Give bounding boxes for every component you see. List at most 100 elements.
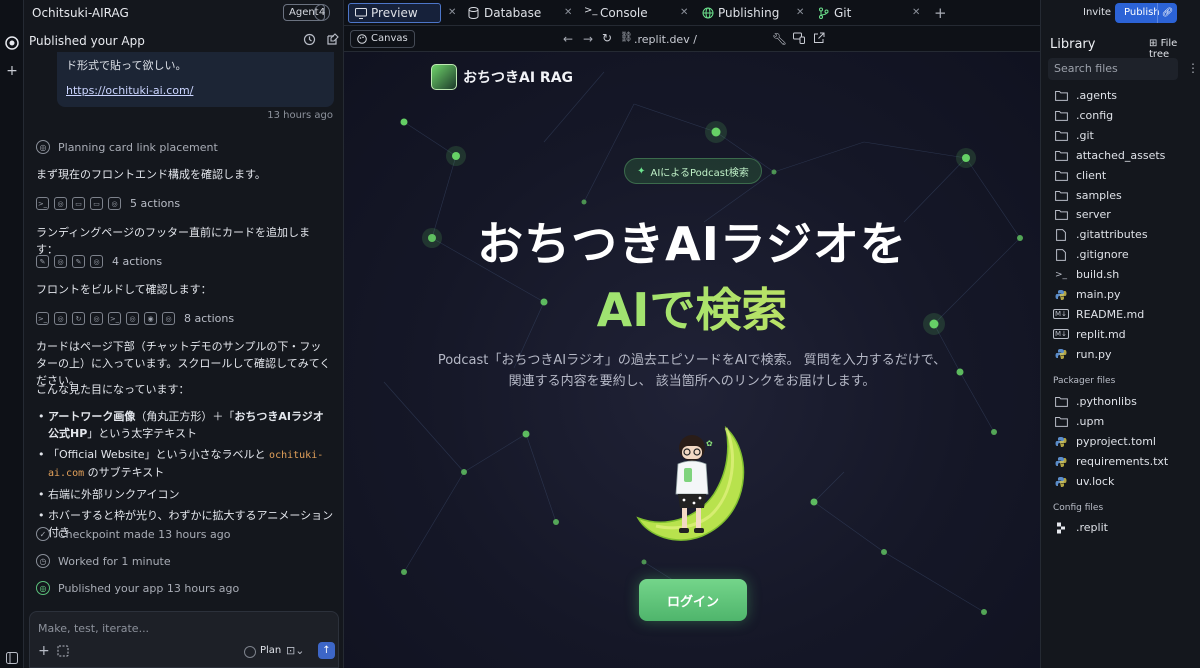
file-item[interactable]: server xyxy=(1054,208,1111,221)
refresh-icon: ↻ xyxy=(72,312,85,325)
right-header: Invite Publish 🔗︎ xyxy=(1041,0,1200,26)
workspace-tabs: Preview ✕ Database ✕ >_ Console ✕ Publis… xyxy=(344,0,1067,26)
chat-composer[interactable]: Make, test, iterate... + Plan ⊡⌄ ↑ xyxy=(29,611,339,668)
actions-row-3[interactable]: >_ ◎ ↻ ◎ >_ ◎ ◉ ◎ 8 actions xyxy=(36,312,234,325)
chat-header: Ochitsuki-AIRAG Agent 4 xyxy=(24,0,344,25)
file-item[interactable]: attached_assets xyxy=(1054,149,1165,162)
plan-toggle[interactable] xyxy=(244,646,256,658)
actions-row-2[interactable]: ✎ ◎ ✎ ◎ 4 actions xyxy=(36,255,162,268)
add-tab-icon[interactable]: + xyxy=(934,4,947,22)
file-item[interactable]: samples xyxy=(1054,189,1122,202)
capture-icon[interactable]: ⊡⌄ xyxy=(286,644,304,657)
select-element-icon[interactable] xyxy=(57,645,69,657)
invite-button[interactable]: Invite xyxy=(1083,7,1111,18)
wrench-icon[interactable]: 🔧︎ xyxy=(772,32,787,46)
attach-plus-icon[interactable]: + xyxy=(38,643,50,659)
file-item[interactable]: .git xyxy=(1054,129,1094,142)
external-link-icon[interactable] xyxy=(813,32,825,44)
published-row[interactable]: ◎ Published your app 13 hours ago xyxy=(36,581,239,595)
close-icon[interactable]: ✕ xyxy=(564,7,572,18)
globe-icon: ◎ xyxy=(90,312,103,325)
close-icon[interactable]: ✕ xyxy=(796,7,804,18)
tab-console[interactable]: >_ Console xyxy=(578,3,648,23)
new-chat-icon[interactable] xyxy=(326,33,339,46)
worked-row: ◷ Worked for 1 minute xyxy=(36,554,171,568)
file-item[interactable]: .gitignore xyxy=(1054,248,1129,261)
file-item[interactable]: uv.lock xyxy=(1054,475,1114,488)
actions-row-1[interactable]: >_ ◎ ▭ ▭ ◎ 5 actions xyxy=(36,197,180,210)
canvas-button[interactable]: Canvas xyxy=(350,30,415,48)
file-item[interactable]: requirements.txt xyxy=(1054,455,1168,468)
brand-name: おちつきAI RAG xyxy=(463,70,574,86)
file-item[interactable]: .upm xyxy=(1054,415,1104,428)
file-item[interactable]: >_ build.sh xyxy=(1054,268,1119,281)
file-name: client xyxy=(1076,168,1107,182)
markdown-icon: M↓ xyxy=(1053,329,1069,340)
monitor-icon xyxy=(355,8,367,19)
publish-button[interactable]: Publish 🔗︎ xyxy=(1115,3,1177,23)
url-field[interactable]: .replit.dev / xyxy=(634,33,697,46)
tab-database[interactable]: Database xyxy=(462,3,541,23)
bubble-link[interactable]: https://ochituki-ai.com/ xyxy=(66,84,324,97)
file-item[interactable]: M↓ README.md xyxy=(1053,308,1144,321)
devices-icon[interactable] xyxy=(793,32,805,44)
tab-label: Git xyxy=(834,6,852,20)
file-name: .gitattributes xyxy=(1076,228,1148,242)
file-item[interactable]: M↓ replit.md xyxy=(1053,328,1126,341)
folder-icon xyxy=(1054,396,1068,408)
file-item[interactable]: .config xyxy=(1054,109,1113,122)
project-name[interactable]: Ochitsuki-AIRAG xyxy=(32,6,129,20)
preview-toolbar: Canvas ← → ↻ ⛓ .replit.dev / 🔧︎ xyxy=(344,26,1040,52)
svg-text:✿: ✿ xyxy=(706,439,713,448)
back-arrow-icon[interactable]: ← xyxy=(563,32,573,46)
composer-input[interactable]: Make, test, iterate... xyxy=(38,622,149,635)
hero-title-accent: AIで検索 xyxy=(344,274,1040,340)
app-preview: おちつきAI RAG ✦ AIによるPodcast検索 おちつきAIラジオを A… xyxy=(344,52,1040,668)
forward-arrow-icon[interactable]: → xyxy=(583,32,593,46)
chat-panel: Ochitsuki-AIRAG Agent 4 Published your A… xyxy=(24,0,344,668)
terminal-icon: >_ xyxy=(584,5,598,16)
file-name: requirements.txt xyxy=(1076,455,1169,468)
agent-target-icon[interactable] xyxy=(2,33,22,53)
actions-count-1: 5 actions xyxy=(130,197,181,210)
file-item[interactable]: client xyxy=(1054,169,1106,182)
config-section-title: Config files xyxy=(1053,503,1104,513)
python-icon xyxy=(1054,436,1068,448)
login-button[interactable]: ログイン xyxy=(639,579,747,621)
add-icon[interactable]: + xyxy=(2,61,22,81)
file-item[interactable]: .pythonlibs xyxy=(1054,395,1137,408)
file-tree-toggle[interactable]: ⊞ File tree xyxy=(1149,38,1200,60)
app-brand[interactable]: おちつきAI RAG xyxy=(431,64,573,90)
file-item[interactable]: pyproject.toml xyxy=(1054,435,1156,448)
file-item[interactable]: .agents xyxy=(1054,89,1117,102)
file-name: pyproject.toml xyxy=(1076,435,1156,448)
close-icon[interactable]: ✕ xyxy=(912,7,920,18)
file-icon xyxy=(1054,228,1068,241)
file-name: .git xyxy=(1076,128,1094,142)
more-options-icon[interactable]: ⋮ xyxy=(1187,61,1199,75)
library-panel: Invite Publish 🔗︎ Library ⊞ File tree Se… xyxy=(1040,0,1200,668)
reload-icon[interactable]: ↻ xyxy=(602,31,612,45)
close-icon[interactable]: ✕ xyxy=(448,7,456,18)
file-item[interactable]: main.py xyxy=(1054,288,1120,301)
file-item[interactable]: .replit xyxy=(1054,521,1108,534)
link-icon[interactable]: 🔗︎ xyxy=(1157,3,1177,23)
folder-icon xyxy=(1054,209,1068,221)
file-item[interactable]: .gitattributes xyxy=(1054,228,1148,241)
search-files-input[interactable]: Search files xyxy=(1048,58,1178,80)
folder-icon xyxy=(1054,169,1068,181)
planning-row[interactable]: ◎ Planning card link placement xyxy=(36,140,218,154)
send-button[interactable]: ↑ xyxy=(318,642,335,659)
terminal-icon: >_ xyxy=(36,197,49,210)
close-icon[interactable]: ✕ xyxy=(680,7,688,18)
file-item[interactable]: run.py xyxy=(1054,348,1111,361)
tab-preview[interactable]: Preview xyxy=(348,3,441,23)
file-name: .upm xyxy=(1076,415,1105,428)
tab-publishing[interactable]: Publishing xyxy=(696,3,779,23)
globe-icon: ◎ xyxy=(36,581,50,595)
tab-git[interactable]: Git xyxy=(812,3,851,23)
sidebar-toggle-icon[interactable] xyxy=(2,648,22,668)
checkpoint-row[interactable]: ✓ Checkpoint made 13 hours ago xyxy=(36,527,230,541)
chat-subheader: Published your App xyxy=(24,28,344,53)
history-icon[interactable] xyxy=(303,33,316,46)
